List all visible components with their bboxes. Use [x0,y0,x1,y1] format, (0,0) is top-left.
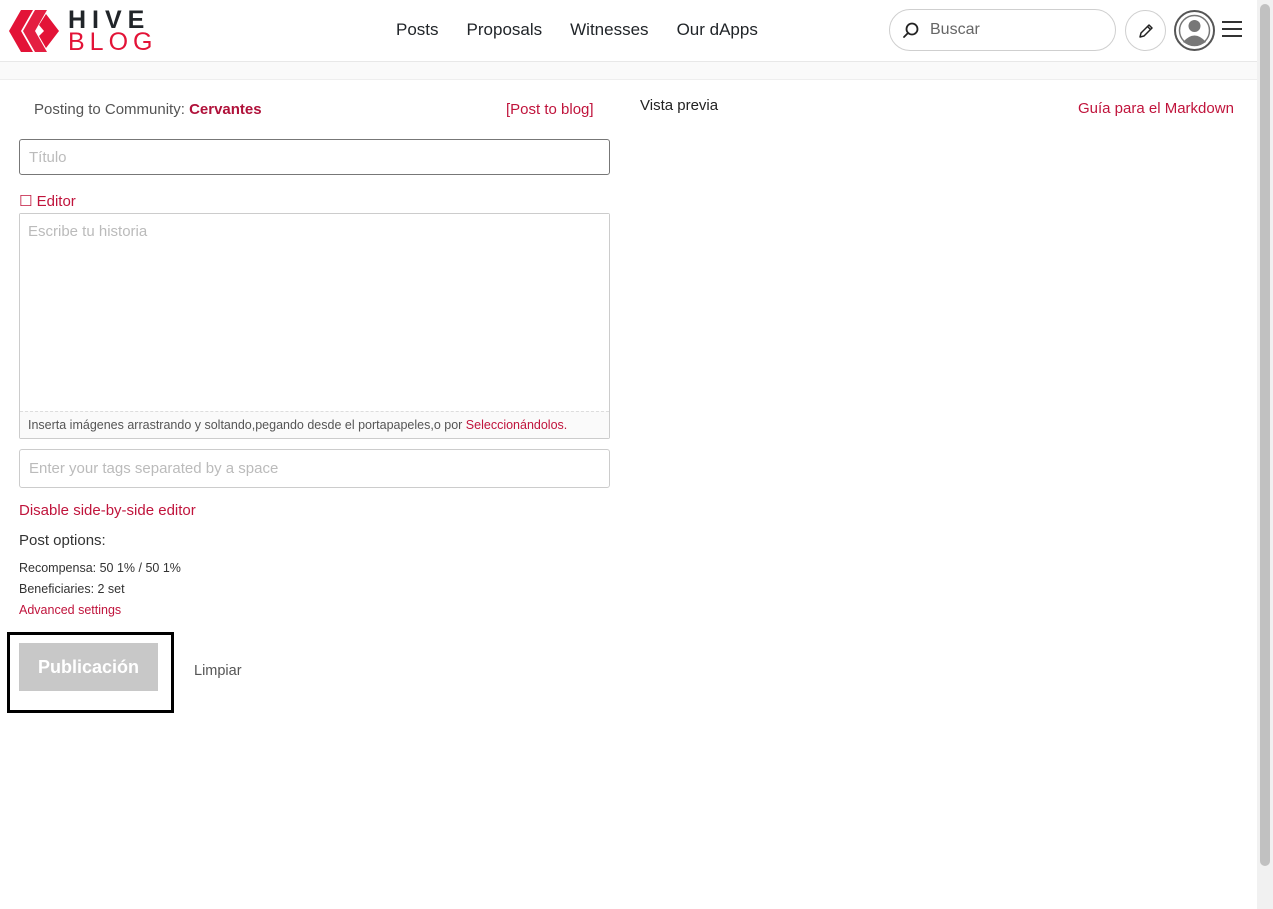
posting-prefix: Posting to Community: [34,101,190,118]
advanced-settings-link[interactable]: Advanced settings [19,603,121,617]
disable-side-by-side-link[interactable]: Disable side-by-side editor [19,502,196,519]
post-to-blog-link[interactable]: [Post to blog] [506,101,594,118]
hive-blog-logo[interactable]: HIVE BLOG [8,8,158,56]
editor-toggle-link[interactable]: ☐ Editor [19,192,76,210]
search-icon [903,22,919,38]
search-box[interactable] [889,9,1116,51]
page-scrollbar[interactable] [1257,0,1273,909]
hamburger-menu-button[interactable] [1222,21,1242,39]
logo-blog-text: BLOG [68,28,158,56]
header-subbar [0,62,1257,80]
post-options-label: Post options: [19,532,106,549]
body-textarea[interactable] [20,214,609,411]
main-nav: Posts Proposals Witnesses Our dApps [396,20,758,40]
posting-community-label: Posting to Community: Cervantes [34,101,262,118]
community-name[interactable]: Cervantes [189,101,262,118]
user-avatar-button[interactable] [1174,10,1215,51]
top-header: HIVE BLOG Posts Proposals Witnesses Our … [0,0,1257,62]
drop-hint-text: Inserta imágenes arrastrando y soltando,… [28,418,466,432]
nav-our-dapps[interactable]: Our dApps [677,20,758,40]
user-icon [1178,14,1211,47]
nav-witnesses[interactable]: Witnesses [570,20,648,40]
title-input[interactable] [19,139,610,175]
body-editor: Inserta imágenes arrastrando y soltando,… [19,213,610,439]
beneficiaries-setting: Beneficiaries: 2 set [19,582,125,596]
select-images-link[interactable]: Seleccionándolos. [466,418,567,432]
pencil-icon [1138,23,1153,38]
tags-input[interactable] [19,449,610,488]
markdown-guide-link[interactable]: Guía para el Markdown [1078,100,1234,117]
nav-posts[interactable]: Posts [396,20,439,40]
clear-button[interactable]: Limpiar [194,663,242,679]
hamburger-line [1222,28,1242,30]
preview-label: Vista previa [640,97,719,114]
publish-button[interactable]: Publicación [19,643,158,691]
nav-proposals[interactable]: Proposals [467,20,543,40]
reward-setting: Recompensa: 50 1% / 50 1% [19,561,181,575]
hamburger-icon [1222,21,1242,23]
search-input[interactable] [930,21,1100,39]
hamburger-line [1222,35,1242,37]
hive-logo-icon [9,10,59,52]
create-post-button[interactable] [1125,10,1166,51]
scrollbar-thumb[interactable] [1260,4,1270,866]
image-drop-hint: Inserta imágenes arrastrando y soltando,… [20,411,609,438]
